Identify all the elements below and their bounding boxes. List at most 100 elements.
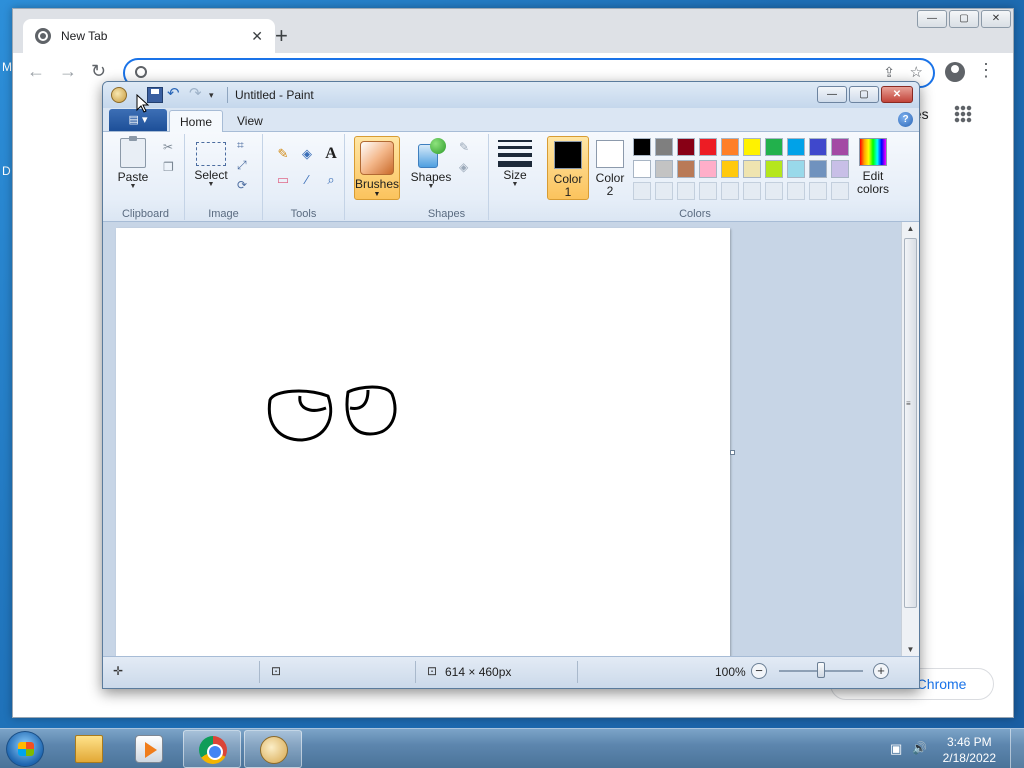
shapes-button[interactable]: Shapes ▼ [409,138,453,190]
copy-icon[interactable]: ❐ [163,160,174,174]
size-button[interactable]: Size ▼ [495,138,535,188]
palette-swatch[interactable] [787,138,805,156]
maximize-button[interactable]: ▢ [849,86,879,103]
profile-avatar-icon[interactable] [945,62,965,82]
color-picker-icon[interactable]: ⁄ [297,170,317,190]
palette-swatch[interactable] [633,160,651,178]
palette-empty-swatch[interactable] [787,182,805,200]
share-icon[interactable]: ⇪ [883,64,895,81]
palette-empty-swatch[interactable] [831,182,849,200]
palette-empty-swatch[interactable] [721,182,739,200]
show-desktop-button[interactable] [1010,729,1024,768]
bookmark-star-icon[interactable]: ☆ [910,63,923,81]
palette-swatch[interactable] [677,138,695,156]
palette-swatch[interactable] [677,160,695,178]
palette-empty-swatch[interactable] [809,182,827,200]
forward-button[interactable]: → [59,61,77,82]
pencil-icon[interactable]: ✎ [273,144,293,164]
zoom-out-button[interactable]: − [751,663,767,679]
palette-swatch[interactable] [809,160,827,178]
color-2-button[interactable]: Color 2 [589,136,631,200]
palette-swatch[interactable] [655,160,673,178]
vertical-scrollbar[interactable]: ▲ ≡ ▼ [901,222,919,656]
scroll-down-icon[interactable]: ▼ [902,645,919,654]
canvas-size: 614 × 460px [445,665,512,679]
paint-app-icon[interactable] [111,87,127,103]
google-apps-icon[interactable] [954,105,972,123]
chrome-tab-new-tab[interactable]: New Tab ✕ [23,19,275,53]
start-button[interactable] [6,731,44,767]
quick-access-dropdown-icon[interactable]: ▾ [209,87,225,103]
desktop-icon-label-fragment: D [2,164,11,178]
magnifier-icon[interactable]: ⌕ [321,170,341,190]
undo-icon[interactable]: ↶ [167,86,183,103]
redo-icon[interactable]: ↷ [189,86,205,103]
palette-swatch[interactable] [743,138,761,156]
taskbar-explorer[interactable] [60,730,118,768]
palette-swatch[interactable] [831,160,849,178]
minimize-button[interactable]: — [917,10,947,28]
brushes-button[interactable]: Brushes ▼ [354,136,400,200]
palette-swatch[interactable] [743,160,761,178]
edit-colors-button[interactable]: Edit colors [851,138,895,196]
drawing-canvas[interactable] [116,228,730,658]
palette-swatch[interactable] [765,160,783,178]
scroll-up-icon[interactable]: ▲ [902,224,919,233]
select-icon [196,142,226,166]
palette-empty-swatch[interactable] [765,182,783,200]
back-button[interactable]: ← [27,61,45,82]
size-group: Size ▼ [489,134,541,220]
palette-empty-swatch[interactable] [677,182,695,200]
clock[interactable]: 3:46 PM 2/18/2022 [943,734,996,766]
tab-view[interactable]: View [227,110,273,132]
palette-empty-swatch[interactable] [743,182,761,200]
outline-icon[interactable]: ✎ [459,140,469,154]
palette-swatch[interactable] [765,138,783,156]
minimize-button[interactable]: — [817,86,847,103]
network-icon[interactable]: ▣ [890,741,902,757]
clock-time: 3:46 PM [946,735,992,749]
palette-swatch[interactable] [655,138,673,156]
fill-icon[interactable]: ◈ [297,144,317,164]
canvas-size-icon: ⊡ [427,664,438,678]
paste-button[interactable]: Paste ▼ [113,136,153,190]
zoom-slider-thumb[interactable] [817,662,825,678]
new-tab-button[interactable]: + [275,25,288,47]
tab-close-icon[interactable]: ✕ [251,28,263,45]
volume-icon[interactable]: 🔊 [912,741,927,755]
crop-icon[interactable]: ⌗ [237,138,244,153]
taskbar-chrome[interactable] [183,730,241,768]
scrollbar-thumb[interactable] [904,238,917,608]
taskbar-media-player[interactable] [120,730,178,768]
palette-swatch[interactable] [831,138,849,156]
close-button[interactable]: ✕ [981,10,1011,28]
taskbar-paint[interactable] [244,730,302,768]
palette-swatch[interactable] [633,138,651,156]
select-button[interactable]: Select ▼ [191,142,231,188]
zoom-in-button[interactable]: + [873,663,889,679]
palette-empty-swatch[interactable] [633,182,651,200]
close-button[interactable]: ✕ [881,86,913,103]
shape-fill-icon[interactable]: ◈ [459,160,468,174]
tab-home[interactable]: Home [169,110,224,132]
palette-empty-swatch[interactable] [699,182,717,200]
palette-swatch[interactable] [809,138,827,156]
canvas-resize-handle[interactable] [730,450,735,455]
chrome-menu-icon[interactable]: ⋮ [977,61,995,79]
palette-swatch[interactable] [699,138,717,156]
palette-empty-swatch[interactable] [655,182,673,200]
resize-icon[interactable]: ⤢ [237,158,247,173]
maximize-button[interactable]: ▢ [949,10,979,28]
palette-swatch[interactable] [787,160,805,178]
rotate-icon[interactable]: ⟳ [237,178,247,192]
eraser-icon[interactable]: ▭ [273,170,293,190]
palette-swatch[interactable] [721,138,739,156]
help-icon[interactable]: ? [898,112,913,127]
palette-swatch[interactable] [721,160,739,178]
palette-swatch[interactable] [699,160,717,178]
reload-button[interactable]: ↻ [91,61,106,82]
selection-size-icon: ⊡ [271,664,282,678]
color-1-button[interactable]: Color 1 [547,136,589,200]
cut-icon[interactable]: ✂ [163,140,173,154]
text-icon[interactable]: A [321,144,341,164]
